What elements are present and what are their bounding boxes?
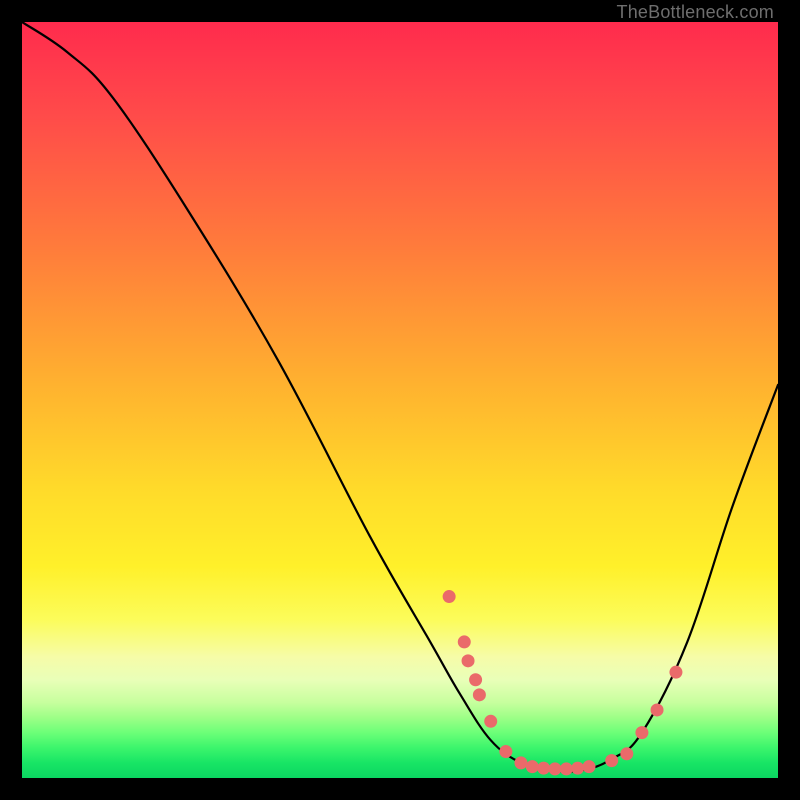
- attribution-text: TheBottleneck.com: [617, 2, 774, 23]
- data-point: [526, 760, 539, 773]
- data-point: [571, 762, 584, 775]
- data-point: [651, 703, 664, 716]
- data-point: [462, 654, 475, 667]
- data-point: [548, 762, 561, 775]
- data-point: [473, 688, 486, 701]
- chart-frame: TheBottleneck.com: [0, 0, 800, 800]
- bottleneck-curve: [22, 22, 778, 778]
- curve-line: [22, 22, 778, 772]
- data-point: [605, 754, 618, 767]
- data-point: [537, 762, 550, 775]
- data-point: [469, 673, 482, 686]
- plot-area: [22, 22, 778, 778]
- data-point: [620, 747, 633, 760]
- data-point: [635, 726, 648, 739]
- data-point: [484, 715, 497, 728]
- data-point: [669, 666, 682, 679]
- data-point: [458, 635, 471, 648]
- data-point: [499, 745, 512, 758]
- data-point: [560, 762, 573, 775]
- data-point: [443, 590, 456, 603]
- data-point: [514, 756, 527, 769]
- data-point: [583, 760, 596, 773]
